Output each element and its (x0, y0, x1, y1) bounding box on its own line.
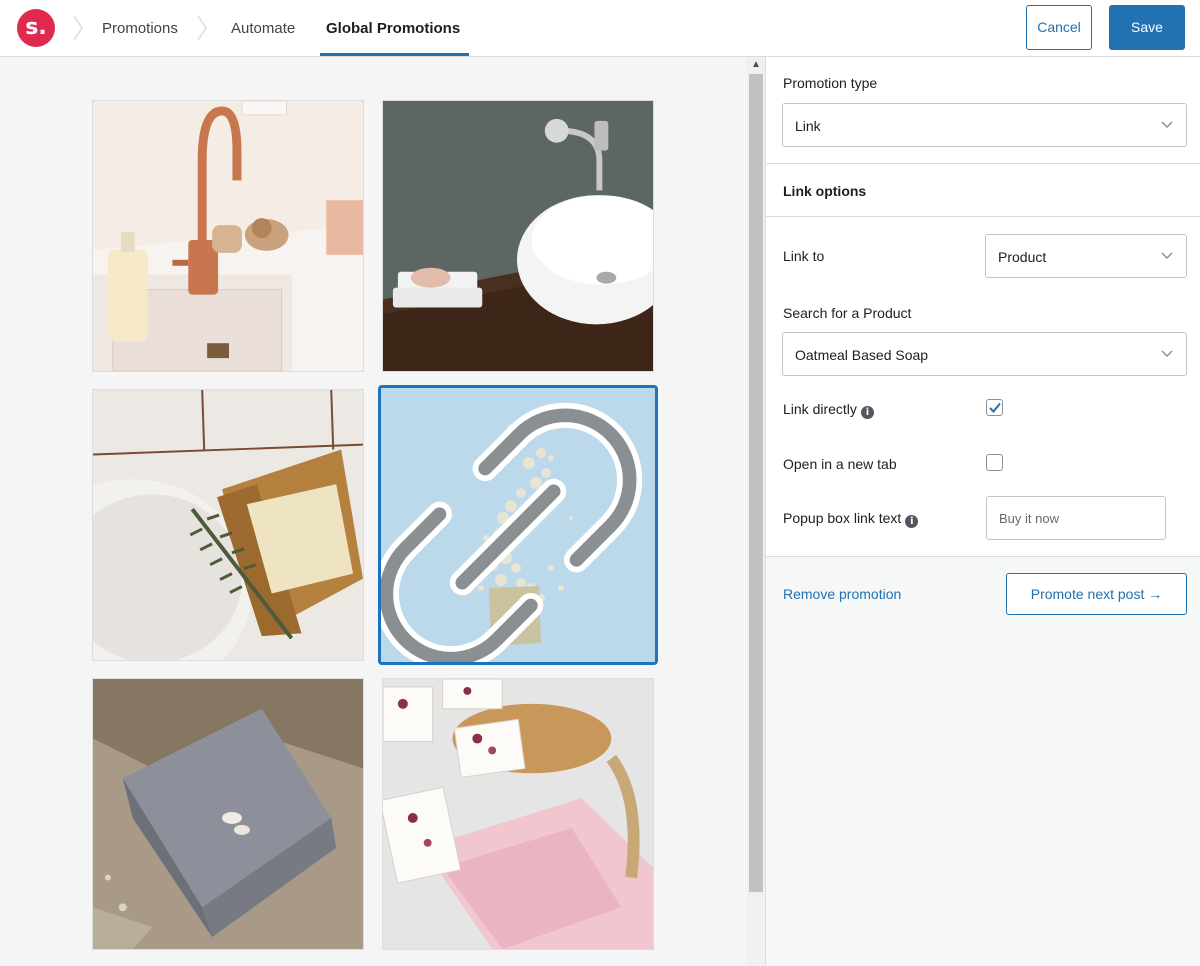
breadcrumb-global-promotions[interactable]: Global Promotions (326, 18, 460, 40)
chevron-down-icon (1161, 252, 1173, 260)
popup-link-text-row: Popup box link text i (783, 508, 919, 528)
promotion-type-label: Promotion type (783, 75, 878, 91)
post-image (383, 679, 653, 949)
popup-link-text-field[interactable] (986, 496, 1166, 540)
top-bar: s. Promotions Automate Global Promotions… (0, 0, 1200, 57)
promote-next-post-button[interactable]: Promote next post → (1006, 573, 1187, 615)
link-to-select[interactable]: Product (985, 234, 1187, 278)
link-to-value: Product (998, 249, 1047, 265)
link-icon[interactable] (378, 400, 645, 665)
checkmark-icon (989, 402, 1001, 413)
scroll-up-arrow-icon[interactable]: ▲ (747, 57, 765, 73)
link-directly-row: Link directly i (783, 399, 874, 419)
app-logo[interactable]: s. (17, 9, 55, 47)
grid-scrollbar[interactable]: ▲ (747, 57, 765, 966)
active-tab-indicator (320, 53, 469, 56)
grid-tile-wall-basin[interactable] (382, 100, 654, 372)
search-product-select[interactable]: Oatmeal Based Soap (782, 332, 1187, 376)
link-options-title: Link options (783, 183, 867, 199)
link-directly-label: Link directly (783, 401, 857, 417)
grid-tile-grey-soap[interactable] (92, 678, 364, 950)
search-product-value: Oatmeal Based Soap (795, 347, 929, 363)
post-grid (0, 57, 747, 966)
breadcrumb-automate[interactable]: Automate (231, 18, 295, 40)
promotion-type-value: Link (795, 118, 821, 134)
grid-tile-copper-faucet[interactable] (92, 100, 364, 372)
info-icon[interactable]: i (860, 406, 874, 419)
panel-footer (766, 557, 1200, 966)
info-icon[interactable]: i (905, 515, 919, 528)
chevron-down-icon (1161, 121, 1173, 129)
post-image (93, 101, 363, 371)
grid-tile-oatmeal-soap[interactable] (378, 385, 658, 665)
post-image (93, 390, 363, 660)
breadcrumb-separator-icon (197, 15, 207, 41)
breadcrumb-promotions[interactable]: Promotions (102, 18, 178, 40)
cancel-button[interactable]: Cancel (1026, 5, 1092, 50)
breadcrumb-separator-icon (73, 15, 83, 41)
grid-tile-floral-soap[interactable] (382, 678, 654, 950)
search-product-label: Search for a Product (783, 305, 912, 321)
chevron-down-icon (1161, 350, 1173, 358)
divider (766, 216, 1200, 217)
popup-link-text-label: Popup box link text (783, 510, 902, 526)
open-new-tab-checkbox[interactable] (986, 454, 1003, 471)
scroll-thumb[interactable] (749, 74, 763, 892)
link-directly-checkbox[interactable] (986, 399, 1003, 416)
save-button[interactable]: Save (1109, 5, 1185, 50)
grid-tile-soap-dish[interactable] (92, 389, 364, 661)
open-new-tab-label: Open in a new tab (783, 456, 897, 472)
post-image (93, 679, 363, 949)
divider (766, 163, 1200, 164)
post-image (383, 101, 653, 371)
link-to-label: Link to (783, 248, 825, 264)
remove-promotion-link[interactable]: Remove promotion (783, 586, 901, 602)
popup-link-text-input[interactable] (987, 497, 1165, 539)
promotion-type-select[interactable]: Link (782, 103, 1187, 147)
promotion-settings-panel: Promotion type Link Link options Link to… (765, 57, 1200, 966)
